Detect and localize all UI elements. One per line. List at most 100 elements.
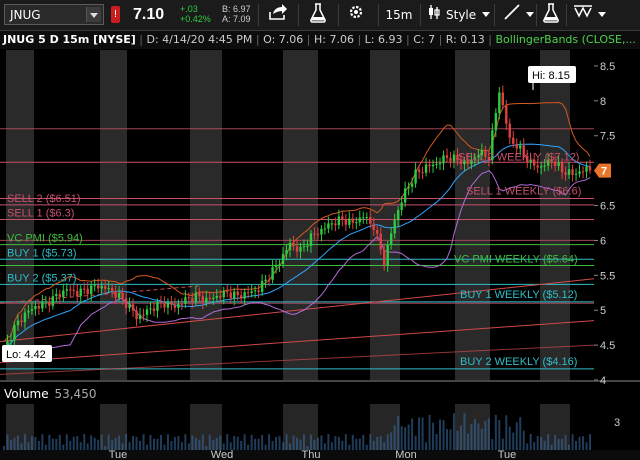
volume-bar [166, 434, 169, 450]
candle-body [96, 285, 100, 289]
gear-icon[interactable] [344, 3, 368, 27]
flask-icon[interactable] [304, 3, 332, 27]
trend-line [0, 320, 595, 364]
volume-bar [404, 427, 407, 450]
panel-divider [0, 380, 640, 382]
candle-body [400, 202, 403, 210]
style-menu-button[interactable]: Style [446, 3, 486, 27]
volume-bar [372, 440, 375, 450]
candle-body [292, 242, 295, 247]
candle-body [355, 222, 358, 224]
candle-body [484, 150, 487, 157]
volume-session-band [100, 404, 127, 450]
interval-button[interactable]: 15m [384, 3, 414, 27]
bar-high: H: 7.06 [313, 33, 354, 46]
chevron-down-icon[interactable] [482, 3, 490, 27]
separator [536, 4, 537, 26]
candle-body [58, 294, 62, 298]
volume-bar [334, 436, 337, 450]
candle-body [44, 301, 48, 303]
candle-body [62, 290, 65, 298]
volume-bar [16, 435, 19, 450]
symbol-text: JNUG [10, 8, 41, 22]
volume-bar [550, 444, 553, 450]
candle-body [107, 288, 110, 290]
pattern-icon[interactable] [572, 3, 594, 27]
candle-body [438, 163, 442, 165]
candle-body [191, 298, 194, 302]
candle-body [512, 137, 515, 144]
candle-body [477, 155, 480, 158]
y-tick-label: 8 [600, 96, 606, 108]
share-icon[interactable] [264, 3, 292, 27]
candle-body [222, 290, 225, 298]
candle-body [233, 291, 236, 299]
candle-body [341, 216, 344, 220]
symbol-selector[interactable]: JNUG [4, 4, 104, 25]
volume-bar [568, 444, 571, 450]
volume-bar [135, 436, 138, 450]
chevron-down-icon[interactable] [86, 7, 101, 22]
volume-bar [180, 442, 183, 450]
candle-body [208, 297, 211, 299]
candle-body [365, 216, 368, 218]
chevron-down-icon[interactable] [598, 3, 606, 27]
flask-icon[interactable] [540, 3, 562, 27]
candle-body [376, 230, 379, 234]
volume-bar [302, 434, 305, 450]
volume-bar [365, 444, 368, 450]
volume-bar [93, 437, 96, 450]
chevron-down-icon[interactable] [526, 3, 534, 27]
level-label: SELL 2 WEEKLY ($7.12) [458, 151, 579, 163]
candle-body [76, 290, 79, 297]
candle-body [246, 292, 250, 294]
candle-body [250, 291, 253, 293]
separator [338, 4, 339, 26]
volume-bar [296, 437, 298, 450]
candle-body [117, 293, 121, 298]
volume-bar [337, 436, 340, 450]
volume-bar [132, 436, 135, 450]
candle-body [27, 310, 30, 313]
candle-body [170, 302, 173, 305]
separator [258, 4, 259, 26]
volume-bar [515, 422, 518, 450]
study-label[interactable]: BollingerBands (CLOSE,... [495, 33, 635, 46]
volume-bar [170, 440, 173, 450]
toolbar: JNUG ! 7.10 +.03 +0.42% B: 6.97 A: 7.09 … [0, 0, 640, 31]
volume-bar [65, 434, 68, 450]
candle-body [417, 169, 421, 173]
candle-body [184, 297, 187, 304]
alert-flag-icon[interactable]: ! [111, 6, 120, 23]
candle-style-icon[interactable] [426, 3, 442, 27]
candle-body [320, 228, 323, 235]
volume-session-band [6, 404, 34, 450]
candle-body [571, 169, 574, 175]
volume-bar [13, 437, 16, 450]
drawing-tool-icon[interactable] [500, 3, 524, 27]
volume-bar [41, 434, 44, 450]
candle-body [34, 305, 37, 310]
volume-bar [152, 438, 155, 450]
volume-bar [250, 434, 253, 450]
volume-bar [554, 434, 557, 450]
chart-title: JNUG 5 D 15m [NYSE] [3, 33, 136, 46]
volume-bar [79, 442, 82, 450]
volume-bar [83, 434, 86, 450]
level-label: BUY 2 ($5.37) [7, 272, 77, 284]
volume-bar [194, 437, 197, 450]
candle-body [362, 217, 365, 219]
candle-body [288, 242, 292, 251]
volume-bar [44, 444, 47, 450]
candle-body [267, 279, 271, 281]
candle-body [383, 249, 386, 266]
y-tick-label: 4.5 [600, 340, 615, 352]
y-tick-label: 7 [600, 166, 606, 178]
volume-bar [271, 440, 274, 450]
candle-body [546, 160, 550, 166]
volume-bar [233, 436, 236, 450]
volume-bar [407, 424, 410, 450]
net-change: +.03 [180, 4, 198, 14]
volume-bar [292, 435, 295, 450]
candle-body [135, 310, 138, 320]
